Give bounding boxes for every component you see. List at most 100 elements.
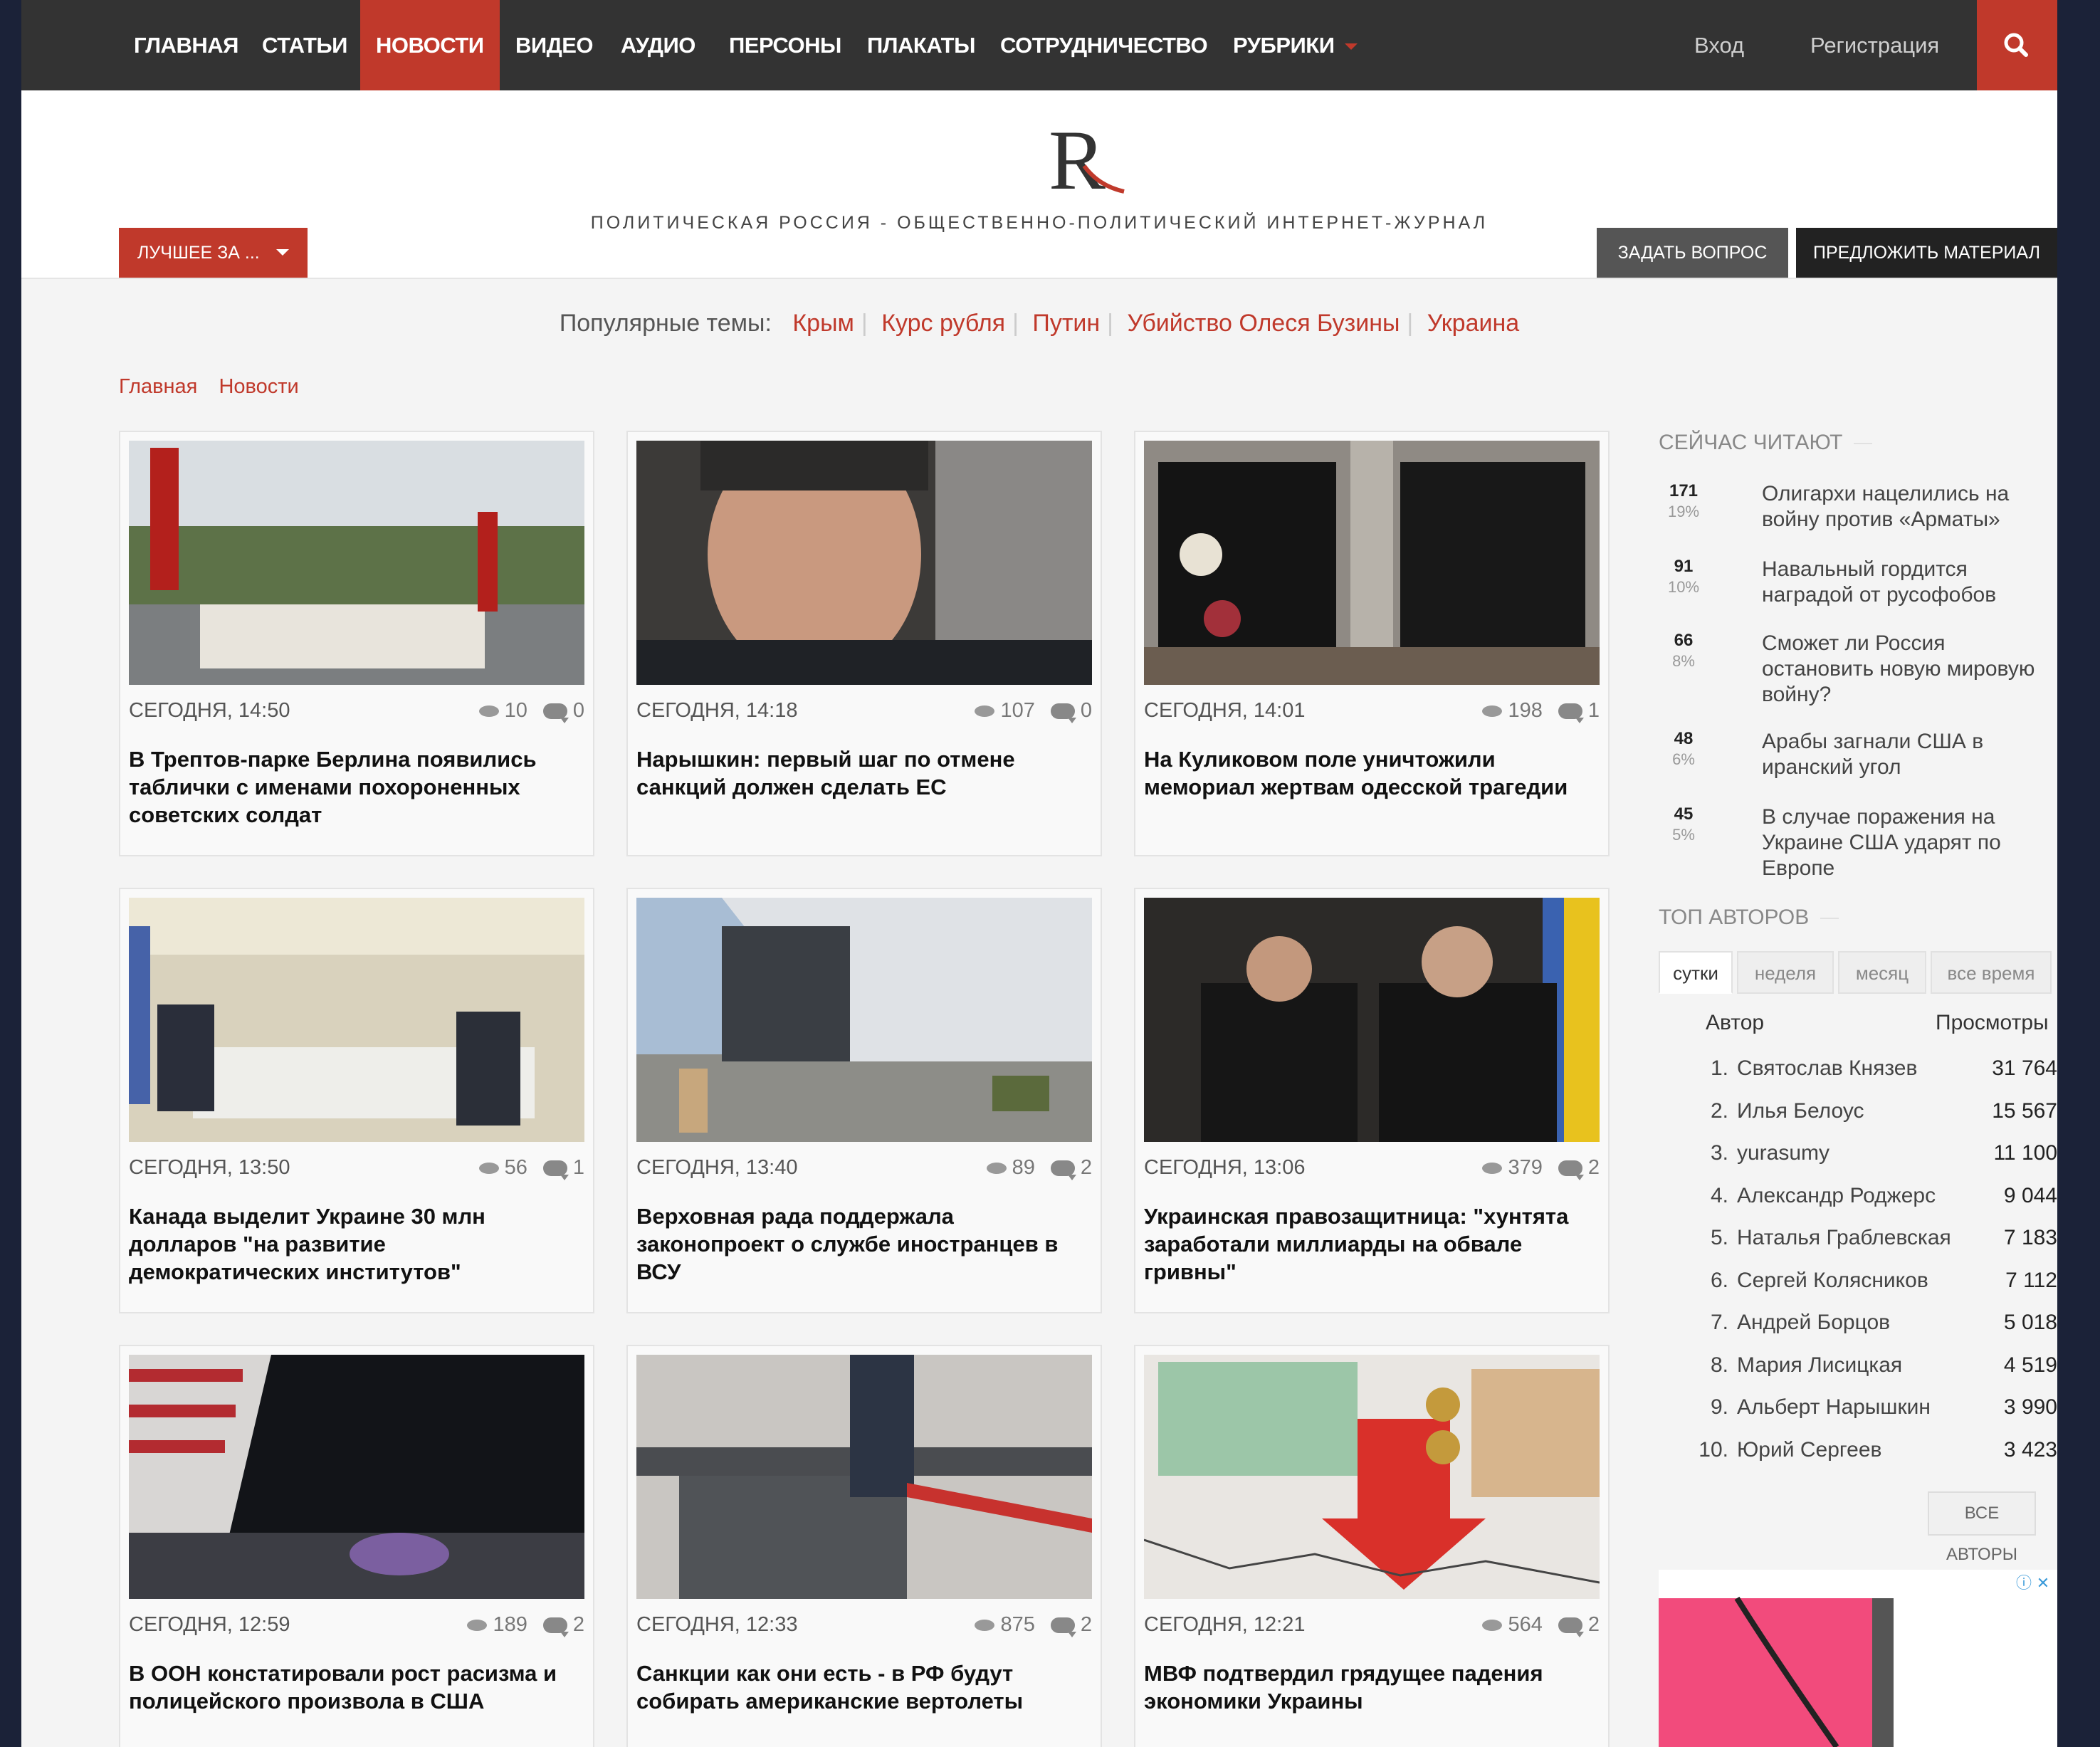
news-card[interactable]: СЕГОДНЯ, 12:59 189 2 В ООН констатировали… bbox=[119, 1345, 594, 1747]
nav-item-video[interactable]: ВИДЕО bbox=[515, 0, 594, 90]
info-icon[interactable]: ⓘ bbox=[2015, 1574, 2033, 1593]
news-title[interactable]: МВФ подтвердил грядущее падения экономик… bbox=[1144, 1659, 1592, 1715]
comment-count: 2 bbox=[1587, 1613, 1600, 1636]
news-card[interactable]: СЕГОДНЯ, 12:21 564 2 МВФ подтвердил гряду… bbox=[1134, 1345, 1610, 1747]
reading-percent: 19% bbox=[1667, 503, 1700, 520]
topic-link[interactable]: Путин bbox=[1032, 310, 1100, 337]
nav-item-rubrics[interactable]: РУБРИКИ bbox=[1233, 0, 1358, 90]
reading-link[interactable]: Арабы загнали США в иранский угол bbox=[1762, 729, 2039, 780]
news-meta: СЕГОДНЯ, 13:50 56 1 bbox=[129, 1156, 584, 1185]
topic-link[interactable]: Крым bbox=[792, 310, 854, 337]
author-row[interactable]: 8. Мария Лисицкая 4 519 bbox=[1659, 1353, 2057, 1389]
close-icon[interactable]: ✕ bbox=[2034, 1574, 2052, 1593]
news-title[interactable]: Украинская правозащитница: "хунтята зара… bbox=[1144, 1202, 1592, 1286]
nav-item-articles[interactable]: СТАТЬИ bbox=[262, 0, 347, 90]
breadcrumb-news[interactable]: Новости bbox=[219, 375, 298, 398]
author-name[interactable]: yurasumy bbox=[1737, 1141, 1829, 1165]
news-title[interactable]: Нарышкин: первый шаг по отмене санкций д… bbox=[636, 745, 1085, 801]
news-photo[interactable] bbox=[1144, 898, 1600, 1142]
breadcrumb-home[interactable]: Главная bbox=[119, 375, 197, 398]
news-card[interactable]: СЕГОДНЯ, 14:01 198 1 На Куликовом поле ун… bbox=[1134, 431, 1610, 856]
author-name[interactable]: Александр Роджерс bbox=[1737, 1184, 1936, 1208]
author-row[interactable]: 2. Илья Белоус 15 567 bbox=[1659, 1099, 2057, 1135]
best-of-dropdown[interactable]: ЛУЧШЕЕ ЗА ... bbox=[119, 228, 308, 278]
r-logo[interactable]: R bbox=[1043, 112, 1128, 207]
view-count: 379 bbox=[1508, 1156, 1543, 1179]
author-name[interactable]: Святослав Князев bbox=[1737, 1056, 1917, 1081]
news-photo[interactable] bbox=[1144, 441, 1600, 685]
news-card[interactable]: СЕГОДНЯ, 14:18 107 0 Нарышкин: первый шаг… bbox=[626, 431, 1102, 856]
author-row[interactable]: 1. Святослав Князев 31 764 bbox=[1659, 1056, 2057, 1092]
tab-all-time[interactable]: все время bbox=[1931, 951, 2052, 994]
nav-item-home[interactable]: ГЛАВНАЯ bbox=[134, 0, 238, 90]
topic-link[interactable]: Украина bbox=[1427, 310, 1519, 337]
author-name[interactable]: Наталья Граблевская bbox=[1737, 1226, 1951, 1250]
author-row[interactable]: 10. Юрий Сергеев 3 423 bbox=[1659, 1438, 2057, 1474]
news-card[interactable]: СЕГОДНЯ, 13:40 89 2 Верховная рада поддер… bbox=[626, 888, 1102, 1313]
news-card[interactable]: СЕГОДНЯ, 13:50 56 1 Канада выделит Украин… bbox=[119, 888, 594, 1313]
comment-icon bbox=[1050, 1617, 1076, 1637]
topic-link[interactable]: Курс рубля bbox=[881, 310, 1005, 337]
news-title[interactable]: Санкции как они есть - в РФ будут собира… bbox=[636, 1659, 1085, 1715]
author-views: 7 112 bbox=[2005, 1269, 2057, 1292]
news-photo[interactable] bbox=[636, 441, 1092, 685]
nav-item-news[interactable]: НОВОСТИ bbox=[360, 0, 500, 90]
comment-icon bbox=[542, 1160, 569, 1180]
reading-percent: 6% bbox=[1672, 750, 1695, 768]
author-name[interactable]: Мария Лисицкая bbox=[1737, 1353, 1902, 1378]
all-authors-button[interactable]: ВСЕ АВТОРЫ bbox=[1928, 1491, 2036, 1564]
news-photo[interactable] bbox=[636, 898, 1092, 1142]
tab-week[interactable]: неделя bbox=[1737, 951, 1834, 994]
reading-link[interactable]: Олигархи нацелились на войну против «Арм… bbox=[1762, 481, 2039, 533]
news-photo[interactable] bbox=[129, 898, 584, 1142]
author-row[interactable]: 7. Андрей Борцов 5 018 bbox=[1659, 1311, 2057, 1346]
news-title[interactable]: В Трептов-парке Берлина появились таблич… bbox=[129, 745, 577, 829]
news-photo[interactable] bbox=[129, 1355, 584, 1599]
col-views: Просмотры bbox=[1936, 1011, 2049, 1034]
topic-link[interactable]: Убийство Олеся Бузины bbox=[1127, 310, 1400, 337]
author-row[interactable]: 3. yurasumy 11 100 bbox=[1659, 1141, 2057, 1177]
author-name[interactable]: Илья Белоус bbox=[1737, 1099, 1864, 1123]
nav-item-posters[interactable]: ПЛАКАТЫ bbox=[867, 0, 975, 90]
nav-item-cooperation[interactable]: СОТРУДНИЧЕСТВО bbox=[1000, 0, 1208, 90]
reading-link[interactable]: Сможет ли Россия остановить новую мирову… bbox=[1762, 631, 2039, 708]
eye-icon bbox=[986, 1162, 1007, 1174]
register-link[interactable]: Регистрация bbox=[1810, 0, 1939, 90]
ask-question-button[interactable]: ЗАДАТЬ ВОПРОС bbox=[1597, 228, 1788, 278]
author-row[interactable]: 4. Александр Роджерс 9 044 bbox=[1659, 1184, 2057, 1219]
author-name[interactable]: Альберт Нарышкин bbox=[1737, 1395, 1931, 1420]
news-photo[interactable] bbox=[1144, 1355, 1600, 1599]
news-photo[interactable] bbox=[129, 441, 584, 685]
author-name[interactable]: Сергей Колясников bbox=[1737, 1269, 1928, 1293]
author-row[interactable]: 5. Наталья Граблевская 7 183 bbox=[1659, 1226, 2057, 1261]
tab-month[interactable]: месяц bbox=[1838, 951, 1926, 994]
suggest-material-button[interactable]: ПРЕДЛОЖИТЬ МАТЕРИАЛ bbox=[1796, 228, 2057, 278]
author-row[interactable]: 6. Сергей Колясников 7 112 bbox=[1659, 1269, 2057, 1304]
divider: | bbox=[1012, 310, 1019, 337]
news-date: СЕГОДНЯ, 12:59 bbox=[129, 1613, 290, 1636]
ad-banner[interactable]: ⓘ ✕ bbox=[1659, 1570, 2057, 1747]
news-stats: 107 0 bbox=[975, 699, 1092, 723]
news-card[interactable]: СЕГОДНЯ, 12:33 875 2 Санкции как они есть… bbox=[626, 1345, 1102, 1747]
search-button[interactable] bbox=[1977, 0, 2057, 90]
news-card[interactable]: СЕГОДНЯ, 13:06 379 2 Украинская правозащи… bbox=[1134, 888, 1610, 1313]
news-title[interactable]: На Куликовом поле уничтожили мемориал же… bbox=[1144, 745, 1592, 801]
reading-link[interactable]: В случае поражения на Украине США ударят… bbox=[1762, 804, 2039, 881]
tab-day[interactable]: сутки bbox=[1659, 951, 1733, 994]
author-name[interactable]: Андрей Борцов bbox=[1737, 1311, 1890, 1335]
news-photo[interactable] bbox=[636, 1355, 1092, 1599]
eye-icon bbox=[478, 1162, 499, 1174]
news-card[interactable]: СЕГОДНЯ, 14:50 10 0 В Трептов-парке Берли… bbox=[119, 431, 594, 856]
nav-item-audio[interactable]: АУДИО bbox=[621, 0, 695, 90]
reading-count: 66 bbox=[1674, 631, 1694, 650]
author-views: 9 044 bbox=[2003, 1184, 2057, 1207]
reading-link[interactable]: Навальный гордится наградой от русофобов bbox=[1762, 557, 2039, 608]
eye-icon bbox=[478, 705, 499, 717]
author-row[interactable]: 9. Альберт Нарышкин 3 990 bbox=[1659, 1395, 2057, 1431]
author-name[interactable]: Юрий Сергеев bbox=[1737, 1438, 1881, 1462]
news-title[interactable]: Верховная рада поддержала законопроект о… bbox=[636, 1202, 1085, 1286]
news-title[interactable]: Канада выделит Украине 30 млн долларов "… bbox=[129, 1202, 577, 1286]
news-title[interactable]: В ООН констатировали рост расизма и поли… bbox=[129, 1659, 577, 1715]
login-link[interactable]: Вход bbox=[1694, 0, 1744, 90]
nav-item-persons[interactable]: ПЕРСОНЫ bbox=[729, 0, 841, 90]
